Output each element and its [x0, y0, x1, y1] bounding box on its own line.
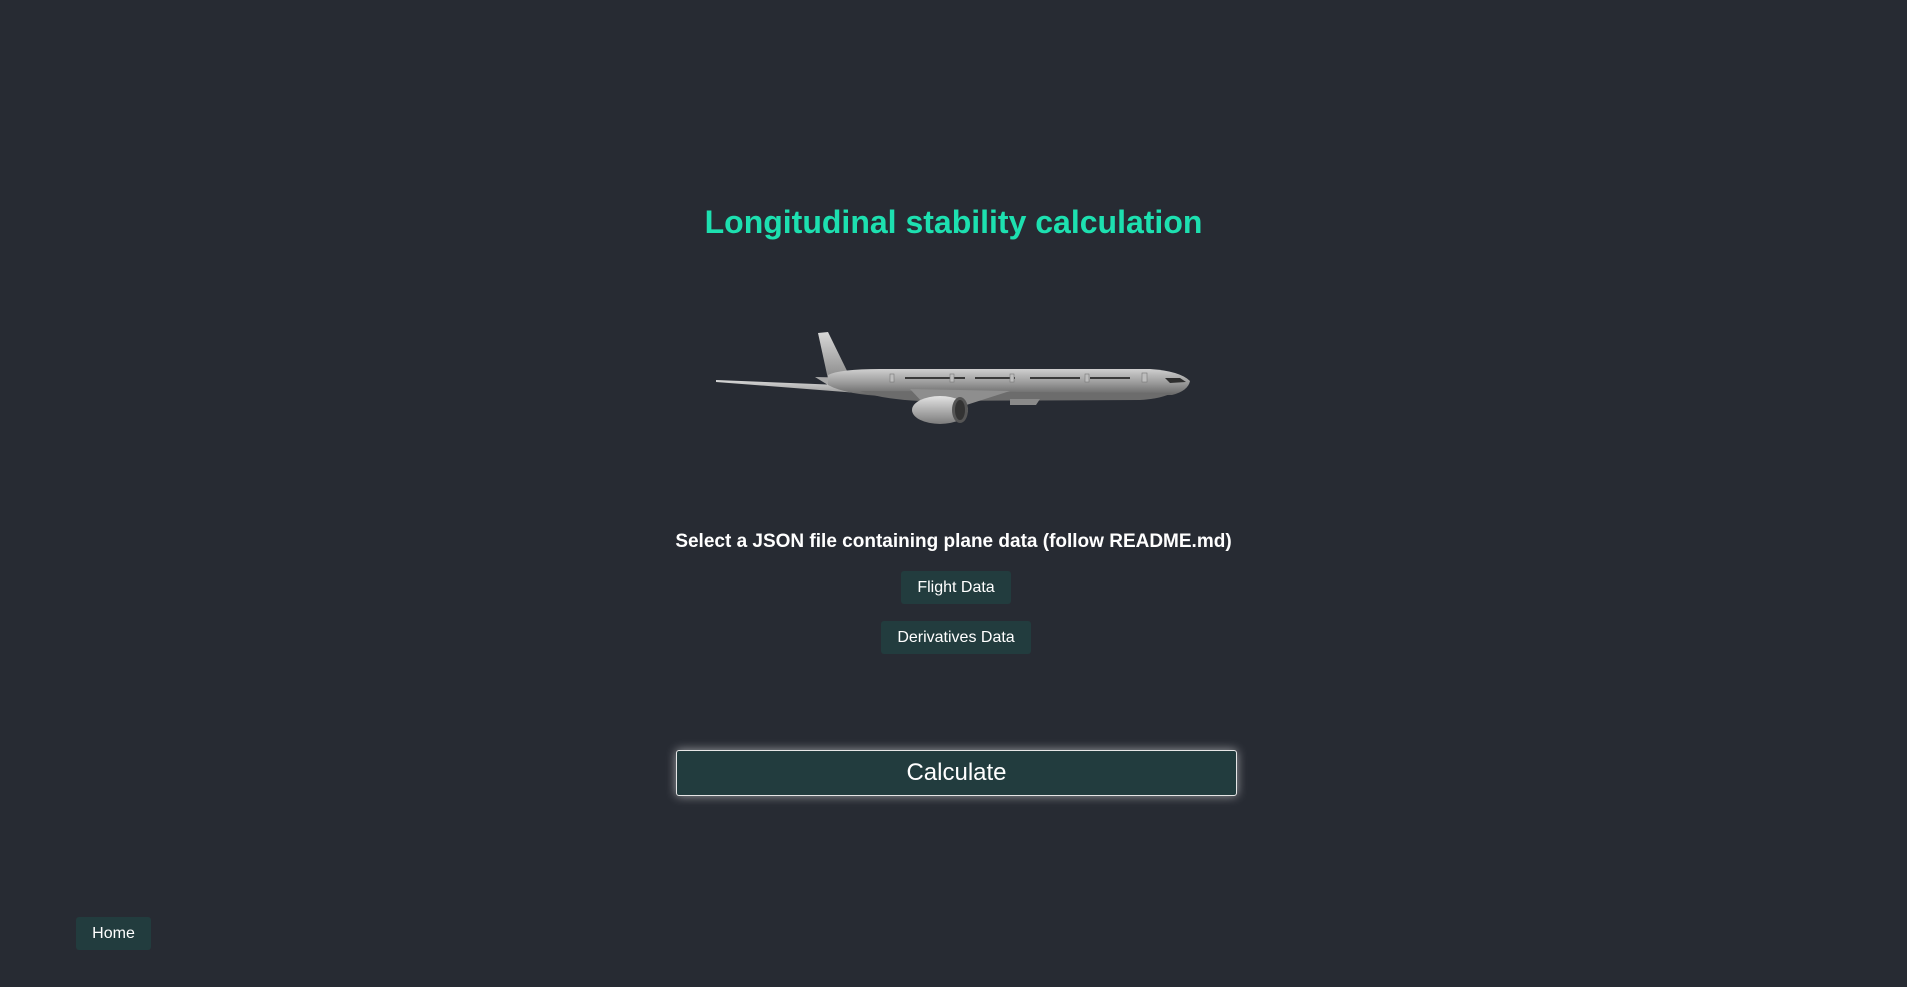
page-title: Longitudinal stability calculation	[704, 204, 1203, 240]
flight-data-button[interactable]: Flight Data	[901, 571, 1011, 604]
derivatives-data-button[interactable]: Derivatives Data	[881, 621, 1031, 654]
airplane-image	[710, 315, 1200, 435]
page: Longitudinal stability calculation Selec…	[0, 0, 1907, 987]
calculate-button[interactable]: Calculate	[676, 750, 1237, 796]
file-instructions: Select a JSON file containing plane data…	[675, 531, 1232, 552]
home-button[interactable]: Home	[76, 917, 151, 950]
